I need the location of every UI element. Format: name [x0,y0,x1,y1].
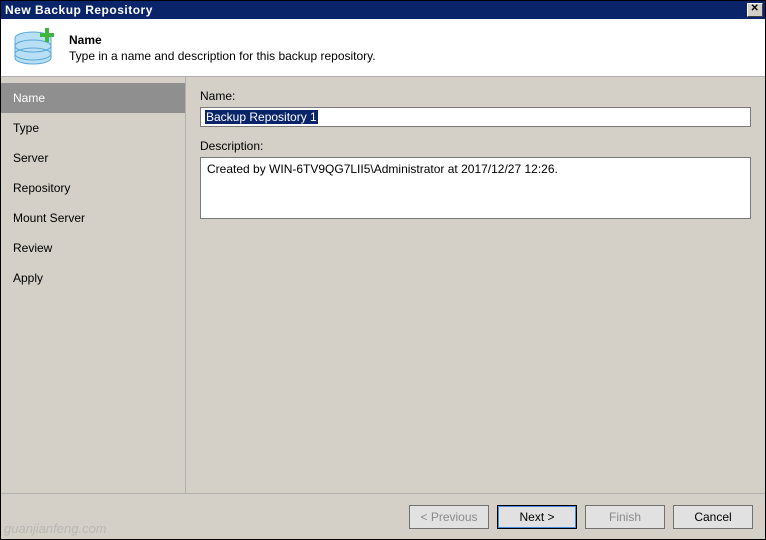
header-title: Name [69,33,376,47]
header-description: Type in a name and description for this … [69,49,376,63]
description-label: Description: [200,139,751,153]
step-mount-server[interactable]: Mount Server [1,203,185,233]
step-server[interactable]: Server [1,143,185,173]
wizard-body: Name Type Server Repository Mount Server… [1,77,765,493]
window-title: New Backup Repository [5,3,747,17]
repository-icon [11,26,59,70]
step-repository[interactable]: Repository [1,173,185,203]
name-label: Name: [200,89,751,103]
cancel-button[interactable]: Cancel [673,505,753,529]
wizard-main: Name: Backup Repository 1 Description: [186,77,765,493]
step-label: Server [13,151,48,165]
wizard-header: Name Type in a name and description for … [1,19,765,77]
step-review[interactable]: Review [1,233,185,263]
wizard-footer: < Previous Next > Finish Cancel [1,493,765,539]
close-button[interactable]: ✕ [747,3,763,17]
step-label: Apply [13,271,43,285]
finish-button[interactable]: Finish [585,505,665,529]
name-input[interactable]: Backup Repository 1 [200,107,751,127]
step-apply[interactable]: Apply [1,263,185,293]
next-button[interactable]: Next > [497,505,577,529]
wizard-steps: Name Type Server Repository Mount Server… [1,77,186,493]
titlebar[interactable]: New Backup Repository ✕ [1,1,765,19]
step-name[interactable]: Name [1,83,185,113]
previous-button[interactable]: < Previous [409,505,489,529]
step-label: Mount Server [13,211,85,225]
step-type[interactable]: Type [1,113,185,143]
step-label: Type [13,121,39,135]
step-label: Name [13,91,45,105]
dialog-window: New Backup Repository ✕ Name Type in a n… [0,0,766,540]
description-input[interactable] [200,157,751,219]
step-label: Repository [13,181,70,195]
step-label: Review [13,241,52,255]
name-value: Backup Repository 1 [205,110,318,124]
